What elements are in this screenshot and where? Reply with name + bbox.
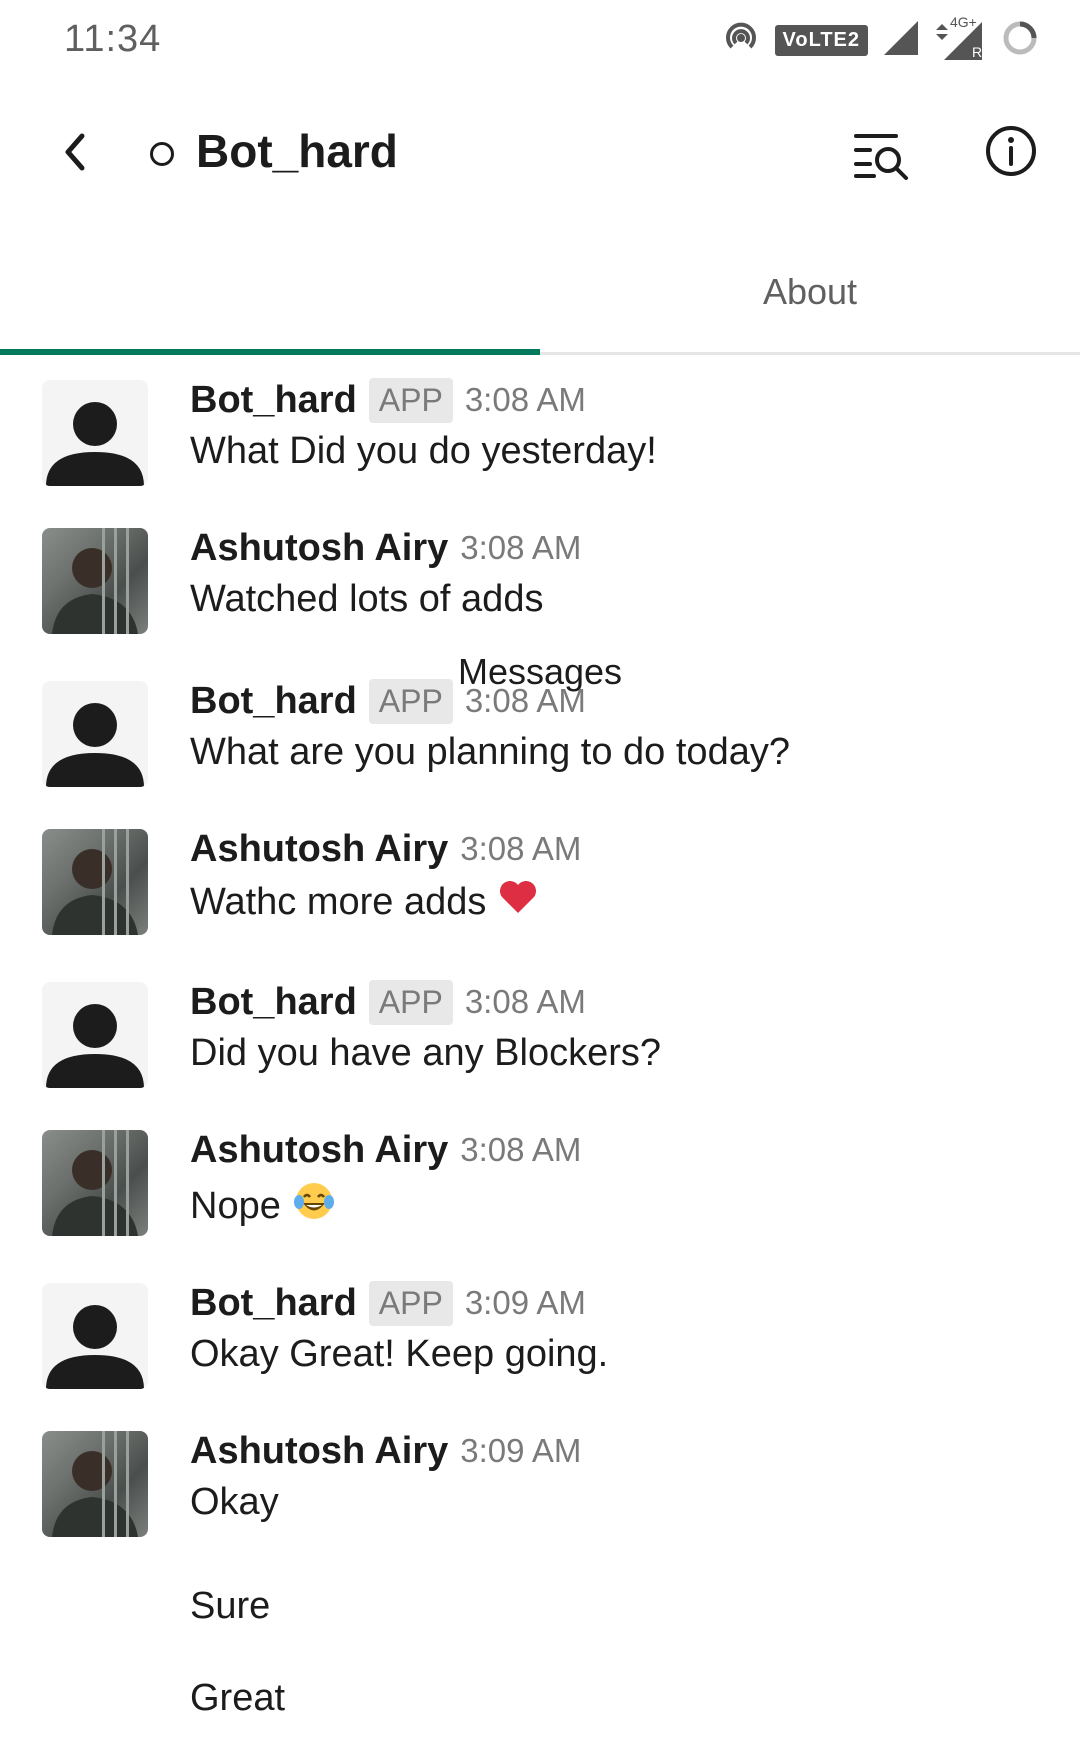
app-badge: APP xyxy=(368,1280,453,1326)
sender-name[interactable]: Bot_hard xyxy=(190,1282,357,1325)
message-header: Bot_hard APP 3:09 AM xyxy=(190,1275,586,1331)
message-text: What are you planning to do today? xyxy=(190,731,790,773)
message-time: 3:08 AM xyxy=(460,1131,582,1168)
user-avatar[interactable] xyxy=(42,1431,148,1537)
default-user-icon xyxy=(46,703,144,787)
message-time: 3:08 AM xyxy=(464,682,586,719)
heart-emoji-icon xyxy=(498,879,538,925)
message-header: Ashutosh Airy 3:08 AM xyxy=(190,1122,581,1178)
tears-of-joy-emoji-icon xyxy=(293,1180,335,1232)
app-badge: APP xyxy=(368,377,453,423)
message-header: Ashutosh Airy 3:08 AM xyxy=(190,821,581,877)
bot-avatar[interactable] xyxy=(42,380,148,486)
message-text: What Did you do yesterday! xyxy=(190,430,657,472)
volte-badge: VoLTE2 xyxy=(774,24,868,56)
profile-photo-icon xyxy=(52,1130,138,1236)
message-header: Bot_hard APP 3:08 AM xyxy=(190,372,586,428)
presence-indicator xyxy=(150,142,174,166)
sender-name[interactable]: Ashutosh Airy xyxy=(190,828,448,871)
message-header: Ashutosh Airy 3:08 AM xyxy=(190,520,581,576)
user-avatar[interactable] xyxy=(42,1130,148,1236)
bot-avatar[interactable] xyxy=(42,982,148,1088)
app-badge: APP xyxy=(368,979,453,1025)
hotspot-icon xyxy=(721,18,761,63)
default-user-icon xyxy=(46,1004,144,1088)
message-text-content: Nope xyxy=(190,1184,281,1227)
status-time: 11:34 xyxy=(64,18,162,60)
message-time: 3:08 AM xyxy=(460,830,582,867)
tab-about[interactable]: About xyxy=(540,238,1080,346)
message-continuation[interactable]: Sure xyxy=(190,1585,270,1628)
battery-icon xyxy=(1000,18,1040,63)
message-header: Bot_hard APP 3:08 AM xyxy=(190,673,586,729)
message-text: Okay Great! Keep going. xyxy=(190,1333,609,1375)
search-in-conversation-button[interactable] xyxy=(850,128,914,182)
sender-name[interactable]: Bot_hard xyxy=(190,981,357,1024)
channel-header: Bot_hard xyxy=(0,100,1080,210)
message-text: Wathc more adds xyxy=(190,879,538,925)
message-time: 3:08 AM xyxy=(460,529,582,566)
page-title: Bot_hard xyxy=(196,125,398,177)
message-time: 3:09 AM xyxy=(464,1284,586,1321)
message-continuation[interactable]: Great xyxy=(190,1677,285,1720)
app-badge: APP xyxy=(368,678,453,724)
user-avatar[interactable] xyxy=(42,528,148,634)
back-button[interactable] xyxy=(52,124,100,180)
sender-name[interactable]: Ashutosh Airy xyxy=(190,1129,448,1172)
bot-avatar[interactable] xyxy=(42,681,148,787)
profile-photo-icon xyxy=(52,528,138,634)
search-list-icon xyxy=(854,134,908,180)
user-avatar[interactable] xyxy=(42,829,148,935)
profile-photo-icon xyxy=(52,1431,138,1537)
signal-icon xyxy=(882,19,920,62)
sender-name[interactable]: Bot_hard xyxy=(190,680,357,723)
status-bar: 11:34 VoLTE2 4G+ R xyxy=(0,0,1080,80)
sender-name[interactable]: Bot_hard xyxy=(190,379,357,422)
chevron-left-icon xyxy=(65,133,85,171)
message-header: Bot_hard APP 3:08 AM xyxy=(190,974,586,1030)
profile-photo-icon xyxy=(52,829,138,935)
active-tab-indicator xyxy=(0,349,540,355)
roaming-indicator: R xyxy=(972,44,983,60)
sender-name[interactable]: Ashutosh Airy xyxy=(190,1430,448,1473)
signal-4g-icon: 4G+ R xyxy=(934,14,986,62)
default-user-icon xyxy=(46,1305,144,1389)
bot-avatar[interactable] xyxy=(42,1283,148,1389)
tab-bar: Messages About xyxy=(0,238,1080,692)
message-text: Nope xyxy=(190,1180,335,1232)
status-icons: VoLTE2 4G+ R xyxy=(721,14,1040,63)
message-time: 3:08 AM xyxy=(464,381,586,418)
sender-name[interactable]: Ashutosh Airy xyxy=(190,527,448,570)
message-text: Okay xyxy=(190,1481,279,1523)
message-text-content: Wathc more adds xyxy=(190,880,487,923)
network-type: 4G+ xyxy=(950,14,977,30)
info-icon xyxy=(986,126,1036,176)
channel-info-button[interactable] xyxy=(984,124,1038,178)
message-time: 3:09 AM xyxy=(460,1432,582,1469)
default-user-icon xyxy=(46,402,144,486)
message-time: 3:08 AM xyxy=(464,983,586,1020)
message-text: Did you have any Blockers? xyxy=(190,1032,662,1074)
message-header: Ashutosh Airy 3:09 AM xyxy=(190,1423,581,1479)
message-text: Watched lots of adds xyxy=(190,578,544,620)
